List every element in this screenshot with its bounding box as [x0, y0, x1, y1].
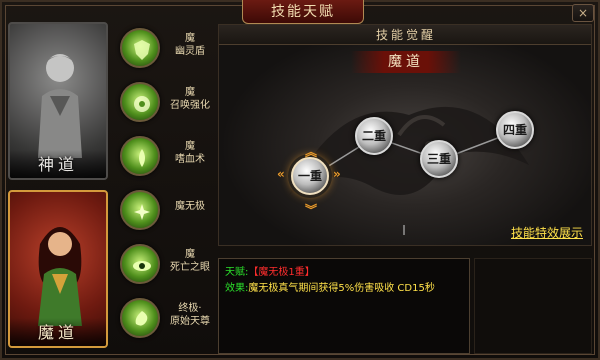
talent-line: 天赋:【魔无极1重】 — [225, 265, 463, 281]
skill-item[interactable]: 魔死亡之眼 — [116, 242, 216, 292]
path-label-god: 神道 — [10, 150, 106, 178]
effect-label: 效果: — [225, 283, 249, 294]
mage-portrait-icon — [38, 227, 82, 326]
primal-lord-icon — [120, 298, 160, 338]
skill-effect-link[interactable]: 技能特效展示 — [511, 224, 583, 241]
death-eye-icon — [120, 244, 160, 284]
summon-boost-icon — [120, 82, 160, 122]
skill-name: 魔召唤强化 — [170, 87, 210, 111]
path-label-demon: 魔道 — [10, 318, 106, 346]
skill-name: 魔死亡之眼 — [170, 249, 210, 273]
talent-info-box: 天赋:【魔无极1重】 效果:魔无极真气期间获得5%伤害吸收 CD15秒 — [218, 258, 470, 354]
skill-name: 魔幽灵盾 — [175, 33, 205, 57]
awaken-node-1[interactable]: 一重 — [291, 157, 329, 195]
path-card-god[interactable]: 神道 — [8, 22, 108, 180]
talent-value: 【魔无极1重】 — [248, 267, 315, 278]
infinite-icon — [120, 190, 160, 230]
chevron-left-icon: « — [277, 167, 285, 181]
chevron-up-icon: ︽ — [305, 145, 318, 159]
path-card-demon[interactable]: 魔道 — [8, 190, 108, 348]
skill-list: 魔幽灵盾 魔召唤强化 魔嗜血术 魔无极 魔死亡之眼 终极· 原始天尊 — [116, 24, 216, 354]
window-title: 技能天赋 — [242, 0, 364, 24]
skill-item[interactable]: 终极· 原始天尊 — [116, 296, 216, 346]
close-button[interactable]: × — [572, 4, 594, 22]
info-side-panel — [474, 258, 592, 354]
skill-item[interactable]: 魔嗜血术 — [116, 134, 216, 184]
ghost-shield-icon — [120, 28, 160, 68]
awaken-panel: 技能觉醒 魔道 一重 二重 三重 四重 ︽ ︾ « » 技能特效展示 — [218, 24, 592, 246]
node-links — [310, 130, 517, 235]
awaken-node-2[interactable]: 二重 — [355, 117, 393, 155]
chevron-down-icon: ︾ — [305, 203, 318, 217]
effect-line: 效果:魔无极真气期间获得5%伤害吸收 CD15秒 — [225, 281, 463, 297]
talent-label: 天赋: — [225, 267, 249, 278]
awaken-node-3[interactable]: 三重 — [420, 140, 458, 178]
awaken-node-4[interactable]: 四重 — [496, 111, 534, 149]
skill-item[interactable]: 魔召唤强化 — [116, 80, 216, 130]
skill-name: 魔嗜血术 — [175, 141, 205, 165]
effect-value: 魔无极真气期间获得5%伤害吸收 CD15秒 — [248, 283, 435, 294]
skill-name: 终极· 原始天尊 — [170, 303, 210, 327]
warrior-portrait-icon — [38, 54, 82, 158]
bloodthirst-icon — [120, 136, 160, 176]
skill-item-selected[interactable]: 魔无极 — [116, 188, 216, 238]
skill-item[interactable]: 魔幽灵盾 — [116, 26, 216, 76]
chevron-right-icon: » — [333, 167, 341, 181]
skill-name: 魔无极 — [175, 201, 205, 212]
